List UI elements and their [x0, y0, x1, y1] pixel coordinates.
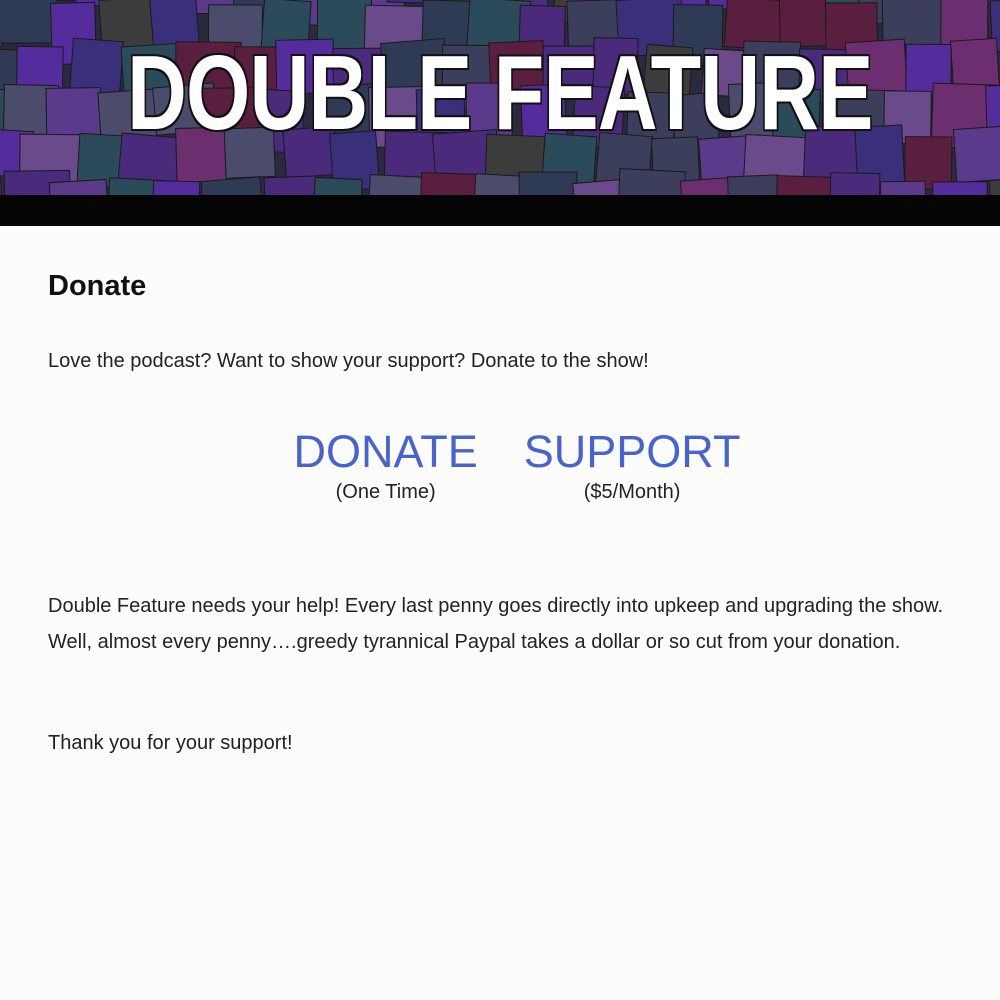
site-logo[interactable]: DOUBLE FEATURE	[0, 0, 1000, 195]
header-banner: DOUBLE FEATURE	[0, 0, 1000, 195]
main-content: Donate Love the podcast? Want to show yo…	[0, 226, 1000, 758]
donate-one-time: DONATE (One Time)	[294, 426, 478, 506]
site-logo-text: DOUBLE FEATURE	[126, 33, 875, 154]
support-button[interactable]: SUPPORT	[524, 426, 741, 478]
support-monthly-caption: ($5/Month)	[583, 481, 681, 503]
page-title: Donate	[48, 270, 147, 302]
header-divider	[0, 195, 1000, 226]
thanks-text: Thank you for your support!	[48, 732, 293, 754]
donate-one-time-caption: (One Time)	[335, 481, 436, 503]
intro-text: Love the podcast? Want to show your supp…	[48, 350, 649, 372]
donate-button[interactable]: DONATE	[294, 426, 478, 478]
body-text: Double Feature needs your help! Every la…	[48, 595, 944, 653]
donate-monthly: SUPPORT ($5/Month)	[524, 426, 741, 506]
donate-options: DONATE (One Time) SUPPORT ($5/Month)	[82, 426, 952, 506]
